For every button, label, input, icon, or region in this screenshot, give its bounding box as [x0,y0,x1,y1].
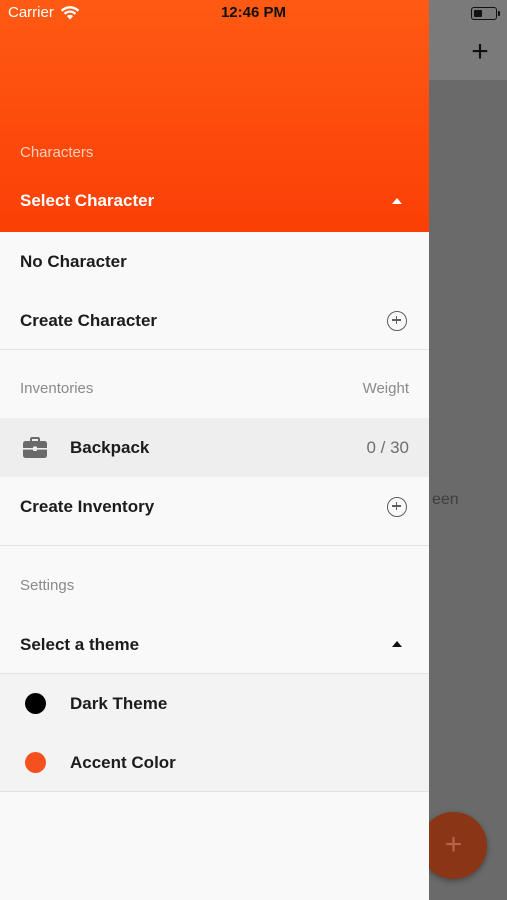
background-text: een [432,491,459,508]
add-circle-icon[interactable] [387,310,407,331]
inventory-item-backpack[interactable]: Backpack 0 / 30 [0,418,429,477]
theme-option-label: Accent Color [70,752,176,772]
add-circle-icon[interactable] [387,496,407,517]
add-button[interactable]: + [466,34,494,70]
weight-column-label: Weight [362,380,409,397]
status-time: 12:46 PM [220,4,287,21]
dark-theme-dot-icon [25,693,46,714]
no-character-item[interactable]: No Character [0,232,429,291]
inventory-name: Backpack [70,437,150,457]
select-theme-label: Select a theme [20,634,140,654]
create-inventory-label: Create Inventory [20,496,155,516]
divider [0,791,429,792]
select-theme-dropdown[interactable]: Select a theme [0,615,429,674]
inventories-section-label: Inventories [20,380,94,397]
no-character-label: No Character [20,251,127,271]
floating-add-button[interactable]: + [420,812,487,879]
caret-up-icon[interactable] [392,198,402,204]
create-inventory-item[interactable]: Create Inventory [0,477,429,536]
settings-section-label: Settings [20,577,75,594]
briefcase-icon [23,437,47,458]
characters-section-label: Characters [20,144,94,161]
caret-up-icon[interactable] [392,641,402,647]
divider [0,349,429,350]
theme-option-accent[interactable]: Accent Color [0,733,429,792]
theme-option-label: Dark Theme [70,693,168,713]
divider [0,545,429,546]
theme-option-dark[interactable]: Dark Theme [0,674,429,733]
select-character-dropdown[interactable]: Select Character [20,191,154,211]
navigation-drawer: Carrier Characters Select Character No C… [0,0,429,900]
create-character-item[interactable]: Create Character [0,291,429,350]
create-character-label: Create Character [20,310,158,330]
drawer-header: Carrier Characters Select Character [0,0,429,232]
accent-color-dot-icon [25,752,46,773]
inventory-weight: 0 / 30 [366,437,409,457]
